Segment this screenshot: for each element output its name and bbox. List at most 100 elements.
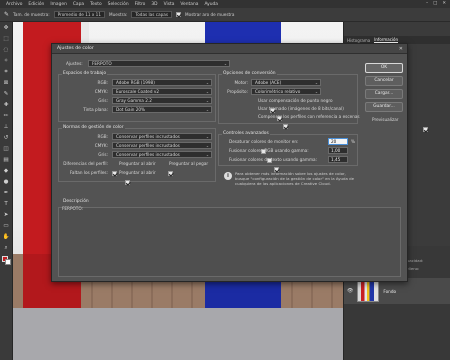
background-color-swatch[interactable]	[5, 259, 11, 265]
settings-select[interactable]: FERPOTO ⌄	[88, 60, 230, 67]
eraser-tool-icon[interactable]: ◫	[2, 145, 11, 154]
intent-label: Propósito:	[227, 89, 248, 94]
engine-select[interactable]: Adobe (ACE) ⌄	[251, 79, 321, 86]
eye-icon[interactable]: 👁	[347, 288, 353, 294]
intent-select[interactable]: Colorimétrico relativo ⌄	[251, 88, 321, 95]
dodge-tool-icon[interactable]: ●	[2, 178, 11, 187]
description-text: FERPOTO:	[62, 206, 83, 211]
crop-tool-icon[interactable]: ⌗	[2, 68, 11, 77]
marquee-tool-icon[interactable]: ⬚	[2, 35, 11, 44]
tools-panel: ✥ ⬚ ◌ ✧ ⌗ ⊠ ✎ ✚ ✏ ⊥ ↺ ◫ ▤ ◆ ● ✒ T ➤ ▭ ✋ …	[0, 22, 13, 360]
menu-archivo[interactable]: Archivo	[6, 2, 22, 7]
pavement	[13, 308, 343, 360]
advanced-controls-title: Controles avanzados	[222, 131, 270, 136]
menu-capa[interactable]: Capa	[73, 2, 84, 7]
menu-filtro[interactable]: Filtro	[135, 2, 146, 7]
blend-text-label: Fusionar colores de texto usando gamma:	[229, 157, 318, 162]
show-ring-checkbox[interactable]	[176, 12, 182, 17]
settings-value: FERPOTO	[92, 61, 112, 66]
history-brush-icon[interactable]: ↺	[2, 134, 11, 143]
sample-select[interactable]: Todas las capas	[131, 11, 173, 18]
shape-tool-icon[interactable]: ▭	[2, 222, 11, 231]
missing-ask-open-checkbox[interactable]	[124, 180, 130, 185]
missing-profiles-label: Faltan los perfiles:	[69, 170, 108, 175]
path-select-icon[interactable]: ➤	[2, 211, 11, 220]
chevron-down-icon: ⌄	[205, 89, 209, 94]
menu-3d[interactable]: 3D	[151, 2, 157, 7]
cm-gray-value: Conservar perfiles incrustados	[116, 152, 180, 157]
menu-edicion[interactable]: Edición	[28, 2, 44, 7]
lasso-tool-icon[interactable]: ◌	[2, 46, 11, 55]
chevron-down-icon: ⌄	[314, 89, 318, 94]
eyedropper-icon[interactable]: ✎	[2, 90, 11, 99]
save-button[interactable]: Guardar...	[365, 102, 403, 112]
ws-cmyk-label: CMYK:	[94, 89, 108, 94]
ws-cmyk-value: Euroscale Coated v2	[116, 89, 160, 94]
chevron-down-icon: ⌄	[223, 61, 227, 66]
blend-rgb-label: Fusionar colores RGB usando gamma:	[229, 148, 309, 153]
stamp-tool-icon[interactable]: ⊥	[2, 123, 11, 132]
options-bar: ✎ Tam. de muestra: Promedio de 11 x 11 M…	[0, 8, 450, 22]
zoom-tool-icon[interactable]: ⌕	[2, 244, 11, 253]
ask-open-checkbox[interactable]	[112, 171, 117, 176]
engine-label: Motor:	[234, 80, 248, 85]
cm-rgb-select[interactable]: Conservar perfiles incrustados ⌄	[112, 133, 212, 140]
brush-tool-icon[interactable]: ✏	[2, 112, 11, 121]
gradient-tool-icon[interactable]: ▤	[2, 156, 11, 165]
cm-gray-select[interactable]: Conservar perfiles incrustados ⌄	[112, 151, 212, 158]
preview-checkbox[interactable]	[423, 127, 429, 132]
conversion-options-title: Opciones de conversión	[222, 71, 277, 76]
ask-paste-checkbox[interactable]	[168, 171, 174, 176]
scene-referred-checkbox[interactable]	[283, 124, 289, 129]
maximize-icon[interactable]: □	[433, 1, 437, 6]
desaturate-input[interactable]: 20	[328, 138, 348, 145]
ws-gray-select[interactable]: Gray Gamma 2.2 ⌄	[112, 97, 212, 104]
cancel-button[interactable]: Cancelar	[365, 76, 403, 86]
blend-text-input[interactable]: 1,45	[328, 156, 348, 163]
quick-select-tool-icon[interactable]: ✧	[2, 57, 11, 66]
cm-rgb-label: RGB:	[97, 134, 108, 139]
missing-ask-open-label: Preguntar al abrir	[119, 170, 156, 175]
ask-paste-label: Preguntar al pegar	[169, 161, 209, 166]
menu-texto[interactable]: Texto	[90, 2, 102, 7]
menu-seleccion[interactable]: Selección	[108, 2, 129, 7]
ws-spot-select[interactable]: Dot Gain 20% ⌄	[112, 106, 212, 113]
layer-thumbnail	[357, 280, 380, 302]
type-tool-icon[interactable]: T	[2, 200, 11, 209]
frame-tool-icon[interactable]: ⊠	[2, 79, 11, 88]
tab-histograma[interactable]: Histograma	[347, 38, 370, 43]
dialog-titlebar: Ajustes de color ✕	[52, 44, 407, 54]
menu-ventana[interactable]: Ventana	[180, 2, 198, 7]
menu-ayuda[interactable]: Ayuda	[204, 2, 218, 7]
engine-value: Adobe (ACE)	[255, 80, 282, 85]
ws-gray-value: Gray Gamma 2.2	[116, 98, 152, 103]
color-settings-dialog: Ajustes de color ✕ Ajustes: FERPOTO ⌄ Esp…	[51, 43, 429, 282]
load-button[interactable]: Cargar...	[365, 89, 403, 99]
blur-tool-icon[interactable]: ◆	[2, 167, 11, 176]
eyedropper-tool-icon[interactable]: ✎	[4, 11, 9, 18]
blend-rgb-input[interactable]: 1,00	[328, 147, 348, 154]
cm-cmyk-select[interactable]: Conservar perfiles incrustados ⌄	[112, 142, 212, 149]
chevron-down-icon: ⌄	[205, 107, 209, 112]
healing-brush-icon[interactable]: ✚	[2, 101, 11, 110]
ws-rgb-select[interactable]: Adobe RGB (1998) ⌄	[112, 79, 212, 86]
menu-imagen[interactable]: Imagen	[50, 2, 67, 7]
minimize-icon[interactable]: –	[426, 1, 428, 6]
sample-size-label: Tam. de muestra:	[13, 12, 50, 17]
chevron-down-icon: ⌄	[205, 143, 209, 148]
cm-cmyk-value: Conservar perfiles incrustados	[116, 143, 180, 148]
close-icon[interactable]: ✕	[399, 44, 403, 54]
cm-gray-label: Gris:	[98, 152, 108, 157]
ok-button[interactable]: OK	[365, 63, 403, 73]
scene-referred-label: Compensar los perfiles con referencia a …	[258, 114, 360, 119]
close-window-icon[interactable]: ✕	[442, 1, 446, 6]
desaturate-unit: %	[351, 139, 355, 144]
move-tool-icon[interactable]: ✥	[2, 24, 11, 33]
chevron-down-icon: ⌄	[205, 98, 209, 103]
sample-size-select[interactable]: Promedio de 11 x 11	[53, 11, 105, 18]
pen-tool-icon[interactable]: ✒	[2, 189, 11, 198]
hand-tool-icon[interactable]: ✋	[2, 233, 11, 242]
ws-cmyk-select[interactable]: Euroscale Coated v2 ⌄	[112, 88, 212, 95]
menu-vista[interactable]: Vista	[164, 2, 175, 7]
info-text: Para obtener más información sobre los a…	[235, 171, 354, 186]
